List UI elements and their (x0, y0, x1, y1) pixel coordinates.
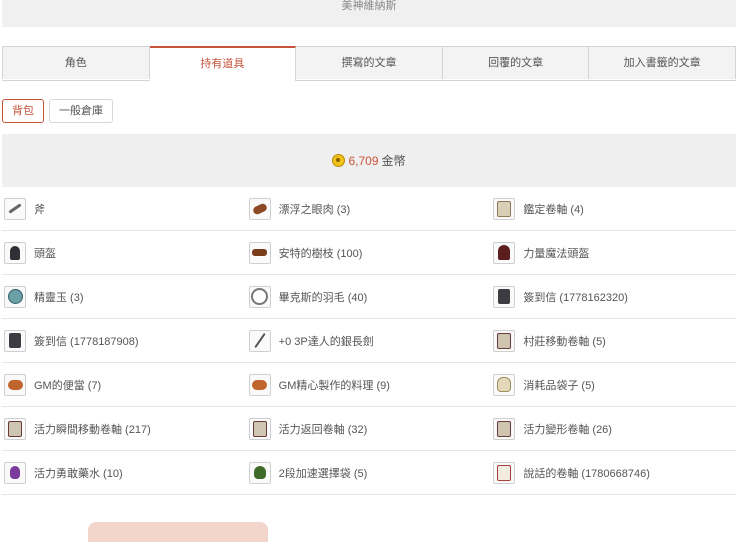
item-row: 簽到信 (1778187908) +0 3P達人的銀長劍 村莊移動卷軸 (5) (2, 319, 736, 363)
item-name: 簽到信 (1778187908) (34, 335, 139, 348)
item-cell[interactable]: 2段加速選擇袋 (5) (247, 451, 492, 494)
item-cell[interactable]: +0 3P達人的銀長劍 (247, 319, 492, 362)
bag-icon (493, 373, 516, 396)
item-name: 力量魔法頭盔 (523, 247, 590, 260)
gold-unit: 金幣 (381, 154, 406, 168)
hood-icon (493, 241, 516, 264)
item-cell[interactable]: 頭盔 (2, 231, 247, 274)
tab-character[interactable]: 角色 (2, 46, 150, 79)
bottom-banner-edge (88, 522, 268, 542)
item-name: 畢克斯的羽毛 (40) (278, 291, 368, 304)
sword-icon (248, 329, 271, 352)
item-cell[interactable]: 活力變形卷軸 (26) (491, 407, 736, 450)
coin-icon (332, 154, 346, 167)
helmet-icon (4, 241, 26, 264)
item-name: GM精心製作的料理 (9) (278, 379, 390, 392)
storage-tabs: 背包 一般倉庫 (2, 99, 113, 123)
lunchbox-icon (4, 373, 26, 396)
item-cell[interactable]: 消耗品袋子 (5) (491, 363, 736, 406)
item-row: 頭盔 安特的樹枝 (100) 力量魔法頭盔 (2, 231, 736, 275)
item-name: 頭盔 (34, 247, 56, 260)
tab-replied-posts[interactable]: 回覆的文章 (442, 46, 590, 79)
magic-scroll-icon (248, 417, 271, 440)
item-name: +0 3P達人的銀長劍 (278, 335, 374, 348)
dish-icon (248, 373, 271, 396)
item-name: 說話的卷軸 (1780668746) (523, 467, 650, 480)
item-row: GM的便當 (7) GM精心製作的料理 (9) 消耗品袋子 (5) (2, 363, 736, 407)
letter-icon (4, 329, 26, 352)
item-name: 簽到信 (1778162320) (523, 291, 628, 304)
feather-icon (248, 285, 271, 308)
item-name: GM的便當 (7) (34, 379, 102, 392)
magic-scroll-icon (4, 417, 26, 440)
gold-summary: 6,709 金幣 (2, 134, 736, 187)
item-cell[interactable]: 畢克斯的羽毛 (40) (247, 275, 492, 318)
item-name: 精靈玉 (3) (34, 291, 84, 304)
item-cell[interactable]: 簽到信 (1778162320) (491, 275, 736, 318)
item-name: 鑑定卷軸 (4) (523, 203, 584, 216)
item-row: 斧 漂浮之眼肉 (3) 鑑定卷軸 (4) (2, 187, 736, 231)
item-row: 活力瞬間移動卷軸 (217) 活力返回卷軸 (32) 活力變形卷軸 (26) (2, 407, 736, 451)
item-row: 活力勇敢藥水 (10) 2段加速選擇袋 (5) 說話的卷軸 (178066874… (2, 451, 736, 495)
item-list: 斧 漂浮之眼肉 (3) 鑑定卷軸 (4) 頭盔 安特的樹枝 (100) 力量魔法… (2, 187, 736, 495)
item-row: 精靈玉 (3) 畢克斯的羽毛 (40) 簽到信 (1778162320) (2, 275, 736, 319)
item-name: 活力返回卷軸 (32) (278, 423, 368, 436)
server-name: 美神維納斯 (341, 0, 397, 12)
talk-scroll-icon (493, 461, 516, 484)
item-cell[interactable]: 漂浮之眼肉 (3) (247, 187, 492, 230)
gold-amount: 6,709 (348, 153, 379, 168)
item-name: 安特的樹枝 (100) (278, 247, 363, 260)
item-name: 斧 (34, 203, 45, 216)
sack-icon (248, 461, 271, 484)
storage-tab-warehouse[interactable]: 一般倉庫 (49, 99, 113, 123)
magic-scroll-icon (493, 329, 516, 352)
item-cell[interactable]: 斧 (2, 187, 247, 230)
item-cell[interactable]: 說話的卷軸 (1780668746) (491, 451, 736, 494)
server-name-bar: 美神維納斯 (2, 0, 736, 27)
orb-icon (4, 285, 26, 308)
scroll-icon (493, 197, 516, 220)
potion-icon (4, 461, 26, 484)
item-cell[interactable]: 活力勇敢藥水 (10) (2, 451, 247, 494)
storage-tab-backpack[interactable]: 背包 (2, 99, 44, 123)
item-name: 漂浮之眼肉 (3) (278, 203, 351, 216)
item-name: 活力瞬間移動卷軸 (217) (34, 423, 151, 436)
item-cell[interactable]: 活力瞬間移動卷軸 (217) (2, 407, 247, 450)
item-cell[interactable]: 安特的樹枝 (100) (247, 231, 492, 274)
item-name: 活力勇敢藥水 (10) (34, 467, 123, 480)
item-cell[interactable]: 力量魔法頭盔 (491, 231, 736, 274)
item-cell[interactable]: GM的便當 (7) (2, 363, 247, 406)
item-cell[interactable]: 精靈玉 (3) (2, 275, 247, 318)
magic-scroll-icon (493, 417, 516, 440)
tab-items[interactable]: 持有道具 (149, 46, 297, 81)
item-name: 2段加速選擇袋 (5) (278, 467, 368, 480)
item-cell[interactable]: 鑑定卷軸 (4) (491, 187, 736, 230)
item-cell[interactable]: 村莊移動卷軸 (5) (491, 319, 736, 362)
tab-written-posts[interactable]: 撰寫的文章 (296, 46, 443, 79)
profile-tabs: 角色 持有道具 撰寫的文章 回覆的文章 加入書籤的文章 (2, 46, 736, 81)
letter-icon (493, 285, 516, 308)
item-cell[interactable]: GM精心製作的料理 (9) (247, 363, 492, 406)
tab-bookmarked-posts[interactable]: 加入書籤的文章 (589, 46, 736, 79)
axe-icon (4, 197, 26, 220)
item-name: 村莊移動卷軸 (5) (523, 335, 606, 348)
item-cell[interactable]: 活力返回卷軸 (32) (247, 407, 492, 450)
meat-icon (248, 197, 271, 220)
item-name: 活力變形卷軸 (26) (523, 423, 612, 436)
item-cell[interactable]: 簽到信 (1778187908) (2, 319, 247, 362)
item-name: 消耗品袋子 (5) (523, 379, 595, 392)
twig-icon (248, 241, 271, 264)
